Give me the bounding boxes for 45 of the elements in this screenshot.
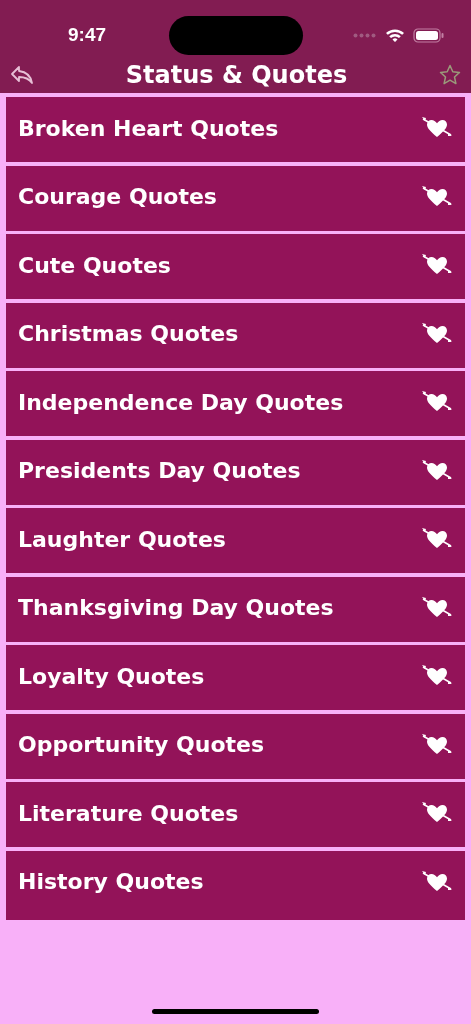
category-label: Thanksgiving Day Quotes [18,595,334,620]
heart-arrow-icon [421,253,453,277]
status-time: 9:47 [68,23,107,46]
signal-icon [353,32,377,38]
category-row[interactable]: Presidents Day Quotes [6,439,465,502]
category-label: History Quotes [18,869,204,894]
category-row[interactable]: Loyalty Quotes [6,645,465,707]
category-label: Christmas Quotes [18,321,239,346]
category-row[interactable]: Opportunity Quotes [6,713,465,776]
category-label: Opportunity Quotes [18,732,265,757]
category-label: Literature Quotes [18,800,239,826]
heart-arrow-icon [421,732,453,757]
star-icon [439,63,461,86]
category-row[interactable]: Literature Quotes [6,782,465,844]
battery-icon [413,27,445,43]
back-button[interactable] [10,64,34,85]
favorite-button[interactable] [439,63,461,86]
screen-title: Status & Quotes [125,60,348,89]
category-row[interactable]: History Quotes [6,850,465,913]
category-label: Presidents Day Quotes [18,458,301,483]
category-label: Loyalty Quotes [18,663,205,689]
heart-arrow-icon [421,458,453,483]
heart-arrow-icon [421,527,453,551]
heart-arrow-icon [421,595,453,620]
heart-arrow-icon [421,321,453,346]
category-label: Cute Quotes [18,252,171,278]
heart-arrow-icon [421,801,453,825]
reply-arrow-icon [10,64,34,85]
category-label: Courage Quotes [18,184,217,209]
category-label: Independence Day Quotes [18,389,344,415]
category-row[interactable]: Laughter Quotes [6,508,465,570]
category-row[interactable]: Cute Quotes [6,234,465,296]
wifi-icon [385,28,405,42]
heart-arrow-icon [421,869,453,894]
heart-arrow-icon [421,116,453,140]
heart-arrow-icon [421,390,453,414]
heart-arrow-icon [421,184,453,209]
category-row[interactable]: Broken Heart Quotes [6,97,465,159]
category-label: Broken Heart Quotes [18,115,279,141]
category-label: Laughter Quotes [18,526,226,552]
category-row[interactable]: Courage Quotes [6,165,465,228]
category-row[interactable]: Christmas Quotes [6,302,465,365]
heart-arrow-icon [421,664,453,688]
category-row[interactable]: Thanksgiving Day Quotes [6,576,465,639]
category-row[interactable]: Independence Day Quotes [6,371,465,433]
